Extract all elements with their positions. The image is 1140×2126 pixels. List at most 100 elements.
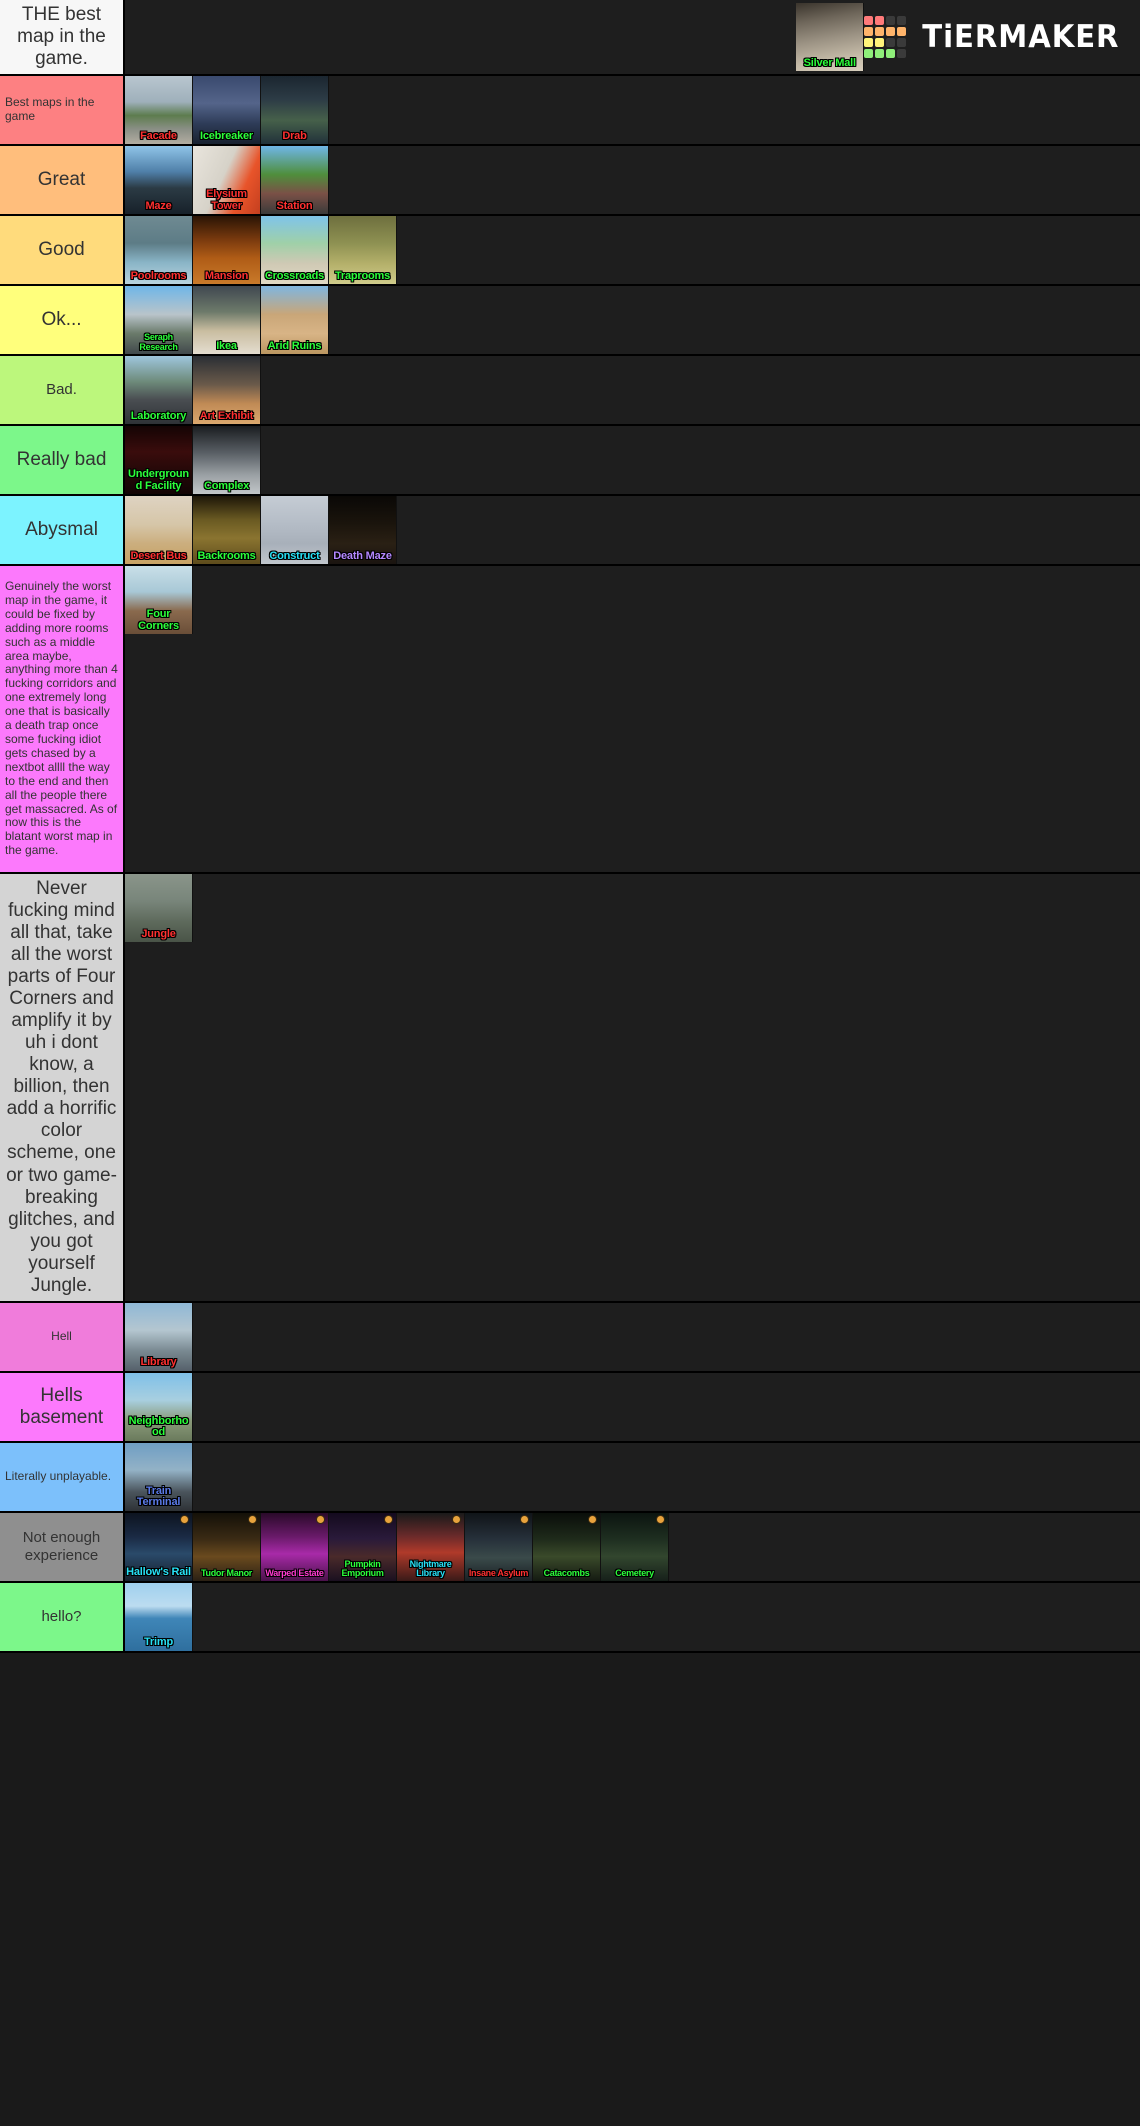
tier-label-12[interactable]: Literally unplayable. [0, 1442, 125, 1511]
tile-label: Train Terminal [136, 1484, 181, 1509]
tier-row: hello? Trimp [0, 1582, 1140, 1653]
tier-tiles-4[interactable]: Seraph Research Ikea Arid Ruins [125, 286, 1140, 355]
tier-label-0[interactable]: THE best map in the game. [0, 0, 125, 75]
tier-tile[interactable]: Station [261, 146, 329, 215]
tier-tiles-6[interactable]: Underground Facility Complex [125, 426, 1140, 495]
tier-tiles-11[interactable]: Neighborhood [125, 1372, 1140, 1441]
tier-tiles-1[interactable]: Facade Icebreaker Drab [125, 76, 1140, 145]
tile-label: Mansion [204, 269, 249, 282]
tile-badge-icon [316, 1514, 325, 1524]
tier-tile[interactable]: Cemetery [601, 1512, 669, 1581]
tier-tile[interactable]: Drab [261, 76, 329, 145]
tier-tile[interactable]: Nightmare Library [397, 1512, 465, 1581]
tile-label: Poolrooms [130, 269, 187, 282]
tier-tile[interactable]: Tudor Manor [193, 1512, 261, 1581]
tier-tile[interactable]: Seraph Research [125, 286, 193, 355]
tier-label-7[interactable]: Abysmal [0, 496, 125, 565]
tile-badge-icon [520, 1514, 529, 1524]
tier-tiles-2[interactable]: Maze Elysium Tower Station [125, 146, 1140, 215]
tier-label-8[interactable]: Genuinely the worst map in the game, it … [0, 566, 125, 873]
tile-label: Underground Facility [128, 468, 189, 492]
tile-label: Library [140, 1356, 177, 1369]
tier-label-10[interactable]: Hell [0, 1302, 125, 1371]
tier-row: Hells basement Neighborhood [0, 1372, 1140, 1443]
tier-tile[interactable]: Four Corners [125, 566, 193, 635]
tier-tile[interactable]: Crossroads [261, 216, 329, 285]
tier-label-1[interactable]: Best maps in the game [0, 76, 125, 145]
tile-label: Seraph Research [139, 332, 178, 352]
tier-tiles-12[interactable]: Train Terminal [125, 1442, 1140, 1511]
tile-label: Death Maze [333, 549, 392, 562]
tile-badge-icon [248, 1514, 257, 1524]
tier-tiles-5[interactable]: Laboratory Art Exhibit [125, 356, 1140, 425]
tier-tile[interactable]: Art Exhibit [193, 356, 261, 425]
logo-cell-1 [875, 16, 885, 26]
tier-tile[interactable]: Neighborhood [125, 1372, 193, 1441]
tier-tile[interactable]: Underground Facility [125, 426, 193, 495]
tier-tile[interactable]: Pumpkin Emporium [329, 1512, 397, 1581]
tile-label: Trimp [144, 1636, 173, 1649]
logo-cell-15 [897, 49, 907, 59]
tier-tiles-14[interactable]: Trimp [125, 1582, 1140, 1651]
tile-label: Ikea [216, 339, 237, 352]
tier-label-3[interactable]: Good [0, 216, 125, 285]
tier-tiles-8[interactable]: Four Corners [125, 566, 1140, 873]
logo-cell-5 [875, 27, 885, 37]
tier-label-11[interactable]: Hells basement [0, 1372, 125, 1441]
logo-cell-14 [886, 49, 896, 59]
tier-tile[interactable]: Mansion [193, 216, 261, 285]
tier-tiles-0[interactable]: Silver Mall [796, 3, 865, 72]
tier-tile[interactable]: Jungle [125, 874, 193, 943]
tier-tiles-9[interactable]: Jungle [125, 874, 1140, 1301]
tier-label-6[interactable]: Really bad [0, 426, 125, 495]
tier-row: Best maps in the game Facade Icebreaker Dra… [0, 76, 1140, 147]
tile-label: Drab [282, 129, 307, 142]
tier-label-14[interactable]: hello? [0, 1582, 125, 1651]
tier-label-2[interactable]: Great [0, 146, 125, 215]
tier-tile[interactable]: Death Maze [329, 496, 397, 565]
tier-tile[interactable]: Ikea [193, 286, 261, 355]
tile-label: Tudor Manor [200, 1568, 253, 1579]
logo-cell-3 [897, 16, 907, 26]
tier-tile[interactable]: Facade [125, 76, 193, 145]
tier-tile[interactable]: Desert Bus [125, 496, 193, 565]
tile-label: Station [276, 199, 313, 212]
tile-label: Warped Estate [265, 1568, 324, 1579]
tier-tile[interactable]: Laboratory [125, 356, 193, 425]
header-row: THE best map in the game. Silver Mall Ti… [0, 0, 1140, 77]
tier-tile[interactable]: Traprooms [329, 216, 397, 285]
tier-tile[interactable]: Trimp [125, 1582, 193, 1651]
tier-row: Ok... Seraph Research Ikea Arid Ruins [0, 286, 1140, 357]
tier-tile[interactable]: Arid Ruins [261, 286, 329, 355]
tier-tile[interactable]: Backrooms [193, 496, 261, 565]
tier-tile[interactable]: Silver Mall [796, 3, 865, 72]
tier-row: Great Maze Elysium Tower Station [0, 146, 1140, 217]
tier-row: Good Poolrooms Mansion Crossroads Traprooms [0, 216, 1140, 287]
tile-label: Pumpkin Emporium [341, 1558, 384, 1579]
tier-tiles-10[interactable]: Library [125, 1302, 1140, 1371]
tile-badge-icon [656, 1514, 665, 1524]
tier-tile[interactable]: Warped Estate [261, 1512, 329, 1581]
tier-tile[interactable]: Poolrooms [125, 216, 193, 285]
tier-tile[interactable]: Maze [125, 146, 193, 215]
tier-tile[interactable]: Complex [193, 426, 261, 495]
tier-tile[interactable]: Insane Asylum [465, 1512, 533, 1581]
tier-tile[interactable]: Elysium Tower [193, 146, 261, 215]
tile-label: Jungle [141, 927, 176, 940]
tier-tiles-7[interactable]: Desert Bus Backrooms Construct Death Maze [125, 496, 1140, 565]
tier-tile[interactable]: Icebreaker [193, 76, 261, 145]
tier-label-9[interactable]: Never fucking mind all that, take all th… [0, 874, 125, 1301]
tile-label: Laboratory [130, 409, 187, 422]
tier-label-13[interactable]: Not enough experience [0, 1512, 125, 1581]
tier-tile[interactable]: Construct [261, 496, 329, 565]
tier-tile[interactable]: Hallow's Rail [125, 1512, 193, 1581]
tier-tile[interactable]: Train Terminal [125, 1442, 193, 1511]
tile-badge-icon [384, 1514, 393, 1524]
tier-tiles-13[interactable]: Hallow's Rail Tudor Manor Warped Estate Pum… [125, 1512, 1140, 1581]
tier-label-5[interactable]: Bad. [0, 356, 125, 425]
tier-label-4[interactable]: Ok... [0, 286, 125, 355]
logo-cell-9 [875, 38, 885, 48]
tier-tile[interactable]: Catacombs [533, 1512, 601, 1581]
tier-tile[interactable]: Library [125, 1302, 193, 1371]
tier-tiles-3[interactable]: Poolrooms Mansion Crossroads Traprooms [125, 216, 1140, 285]
